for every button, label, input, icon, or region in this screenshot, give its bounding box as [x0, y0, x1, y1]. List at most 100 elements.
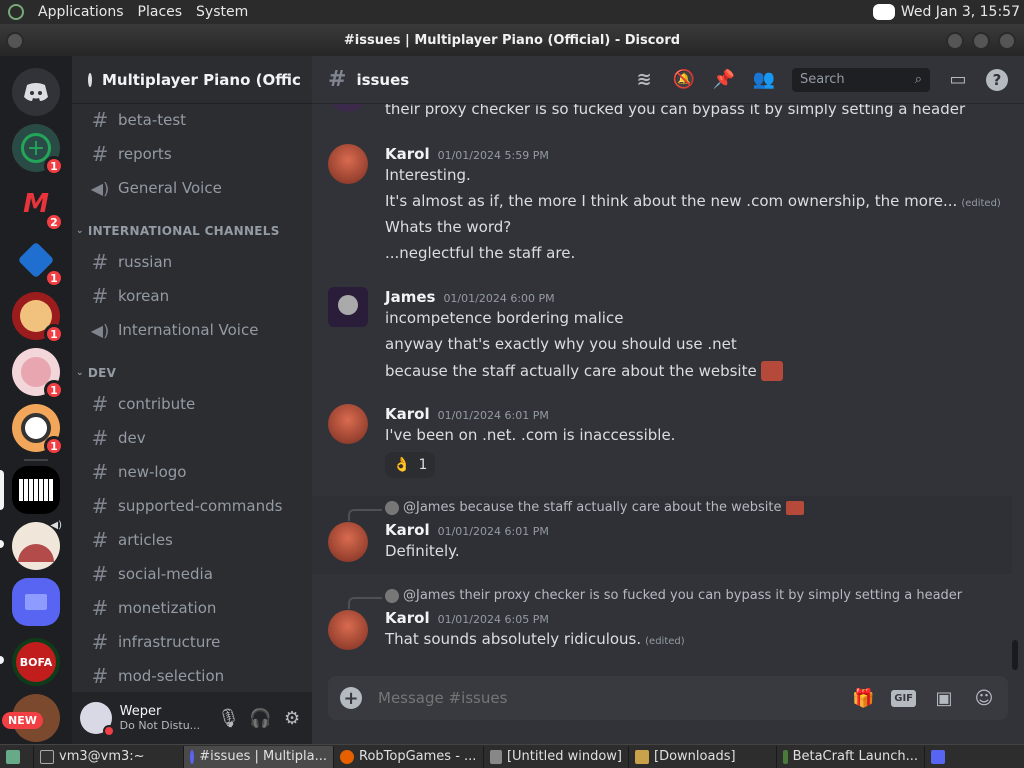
user-avatar[interactable] [328, 287, 368, 327]
server-bofa[interactable]: BOFA [12, 638, 60, 686]
timestamp: 01/01/2024 6:00 PM [443, 292, 555, 305]
server-red-logo[interactable]: M 2 [12, 180, 64, 232]
author-name[interactable]: James [385, 288, 435, 306]
inbox-icon[interactable]: ▭ [946, 68, 970, 92]
help-icon[interactable]: ? [986, 68, 1008, 91]
task-betacraft[interactable]: BetaCraft Launch... [777, 745, 925, 768]
channel-contribute[interactable]: # contribute [80, 388, 304, 420]
server-anime-avatar-2[interactable]: 1 [12, 348, 64, 400]
hash-icon: # [91, 142, 109, 166]
reply-preview[interactable]: @James because the staff actually care a… [385, 500, 804, 515]
category-international[interactable]: ⌄ INTERNATIONAL CHANNELS [76, 224, 280, 238]
message-input[interactable] [378, 689, 844, 707]
channel-korean[interactable]: # korean [80, 280, 304, 312]
show-desktop-button[interactable] [0, 745, 34, 768]
reply-avatar-icon [385, 500, 399, 515]
message-text: because the staff actually care about th… [385, 362, 757, 380]
gif-button[interactable]: GIF [891, 689, 916, 707]
server-folder[interactable] [12, 578, 60, 626]
user-avatar[interactable] [328, 144, 368, 184]
user-avatar[interactable] [328, 522, 368, 562]
hash-icon: # [91, 528, 109, 552]
server-anime-avatar-1[interactable]: 1 [12, 292, 64, 344]
channel-beta-test[interactable]: # beta-test [80, 104, 304, 136]
channel-dev[interactable]: # dev [80, 422, 304, 454]
discord-logo-icon [24, 83, 48, 101]
task-untitled-window[interactable]: [Untitled window] [484, 745, 629, 768]
author-name[interactable]: Karol [385, 521, 430, 539]
server-multiplayer-piano[interactable] [12, 466, 60, 514]
notification-bell-muted-icon[interactable]: 🔕 [672, 68, 696, 92]
message-line: incompetence bordering malice [385, 309, 624, 327]
task-terminal[interactable]: vm3@vm3:~ [34, 745, 184, 768]
reply-spine [348, 597, 382, 609]
channel-articles[interactable]: # articles [80, 524, 304, 556]
task-discord[interactable]: #issues | Multipla... [184, 745, 334, 768]
category-dev[interactable]: ⌄ DEV [76, 366, 116, 380]
server-cartoon-avatar[interactable]: ◀) [12, 520, 62, 570]
server-new[interactable]: NEW [2, 694, 60, 742]
author-name[interactable]: Karol [385, 145, 430, 163]
user-avatar[interactable] [80, 702, 115, 737]
task-downloads[interactable]: [Downloads] [629, 745, 777, 768]
window-icon [490, 749, 502, 764]
reaction[interactable]: 👌 1 [385, 452, 436, 478]
channel-new-logo[interactable]: # new-logo [80, 456, 304, 488]
window-titlebar[interactable]: #issues | Multiplayer Piano (Official) -… [0, 24, 1024, 56]
partial-avatar [328, 104, 368, 112]
gear-icon[interactable]: ⚙ [280, 706, 304, 730]
speaker-icon: ◀) [50, 520, 62, 531]
channel-general-voice[interactable]: ◀) General Voice [80, 172, 304, 204]
emoji-icon[interactable]: ☺ [972, 686, 996, 710]
task-firefox[interactable]: RobTopGames - ... [334, 745, 484, 768]
user-avatar[interactable] [328, 404, 368, 444]
server-add-guild[interactable]: + 1 [12, 124, 64, 176]
channel-monetization[interactable]: # monetization [80, 592, 304, 624]
timestamp: 01/01/2024 6:05 PM [437, 613, 549, 626]
close-button[interactable] [998, 32, 1016, 50]
menu-places[interactable]: Places [138, 4, 183, 20]
message-composer: + 🎁 GIF ▣ ☺ [328, 676, 1008, 720]
channel-international-voice[interactable]: ◀) International Voice [80, 314, 304, 346]
channel-social-media[interactable]: # social-media [80, 558, 304, 590]
add-attachment-icon[interactable]: + [340, 687, 362, 709]
channel-reports[interactable]: # reports [80, 138, 304, 170]
menu-system[interactable]: System [196, 4, 248, 20]
message-line: their proxy checker is so fucked you can… [385, 104, 966, 118]
channel-supported-commands[interactable]: # supported-commands [80, 490, 304, 522]
server-header[interactable]: Multiplayer Piano (Offic ⌄ [72, 56, 312, 104]
pin-icon[interactable]: 📌 [712, 68, 736, 92]
sticker-icon[interactable]: ▣ [932, 686, 956, 710]
channel-label: korean [118, 287, 170, 305]
clock[interactable]: Wed Jan 3, 15:57 [901, 4, 1020, 20]
discord-tray-icon[interactable] [872, 4, 895, 20]
direct-messages-button[interactable] [12, 68, 60, 116]
author-name[interactable]: Karol [385, 609, 430, 627]
maximize-button[interactable] [972, 32, 990, 50]
server-blue-logo[interactable]: 1 [12, 236, 64, 288]
channel-mod-selection[interactable]: # mod-selection [80, 660, 304, 692]
chevron-down-icon: ⌄ [76, 368, 84, 378]
reply-avatar-icon [385, 588, 399, 603]
members-icon[interactable]: 👥 [752, 68, 776, 92]
channel-infrastructure[interactable]: # infrastructure [80, 626, 304, 658]
tray-discord[interactable] [925, 746, 955, 768]
threads-icon[interactable]: ≋ [632, 68, 656, 92]
microphone-icon[interactable]: 🎙 [217, 706, 241, 730]
headphones-icon[interactable]: 🎧 [248, 706, 272, 730]
minimize-button[interactable] [946, 32, 964, 50]
user-avatar[interactable] [328, 610, 368, 650]
search-input[interactable]: Search ⌕ [792, 67, 930, 92]
menu-applications[interactable]: Applications [38, 4, 124, 20]
reply-preview[interactable]: @James their proxy checker is so fucked … [385, 588, 962, 603]
scrollbar[interactable] [1012, 640, 1018, 670]
gift-icon[interactable]: 🎁 [851, 686, 875, 710]
server-cat-avatar[interactable]: 1 [12, 404, 64, 456]
channel-russian[interactable]: # russian [80, 246, 304, 278]
channel-label: contribute [118, 395, 196, 413]
message-line: I've been on .net. .com is inaccessible. [385, 426, 676, 444]
user-info[interactable]: Weper Do Not Distu... [120, 704, 211, 732]
verified-badge-icon [88, 72, 92, 87]
window-menu-button[interactable] [6, 32, 24, 50]
author-name[interactable]: Karol [385, 405, 430, 423]
